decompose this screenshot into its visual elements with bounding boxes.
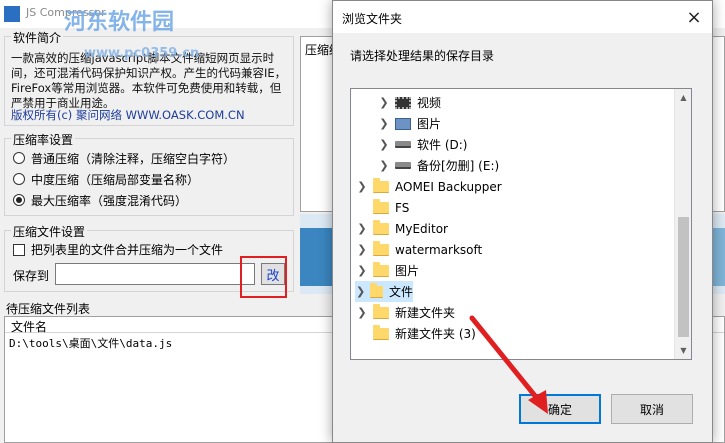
ok-button[interactable]: 确定 xyxy=(519,394,601,424)
dialog-titlebar: 浏览文件夹 × xyxy=(333,1,712,33)
file-list-title: 待压缩文件列表 xyxy=(6,302,91,316)
scroll-down-icon[interactable]: ▼ xyxy=(675,342,691,359)
tree-item-fs[interactable]: FS xyxy=(355,197,409,218)
file-name-column: 文件名 xyxy=(11,320,48,334)
merge-label: 把列表里的文件合并压缩为一个文件 xyxy=(31,243,224,257)
watermark-brand: 河东软件园 xyxy=(64,10,175,35)
dialog-title: 浏览文件夹 xyxy=(342,12,403,26)
folder-tree[interactable]: ❯ 视频 ❯ 图片 ❯ 软件 (D:) ❯ 备份[勿删] (E:) ❯ AOME… xyxy=(350,88,692,360)
browse-folder-dialog: 浏览文件夹 × 请选择处理结果的保存目录 ❯ 视频 ❯ 图片 ❯ 软件 (D:)… xyxy=(332,0,713,443)
rate-legend: 压缩率设置 xyxy=(11,131,76,148)
merge-checkbox[interactable] xyxy=(13,243,25,256)
tree-item-label: 新建文件夹 (3) xyxy=(395,327,476,341)
tree-item-pictures[interactable]: ❯ 图片 xyxy=(355,260,419,281)
copyright-link[interactable]: 版权所有(c) 聚问网络 WWW.OASK.COM.CN xyxy=(11,107,245,123)
chevron-right-icon[interactable]: ❯ xyxy=(355,264,369,277)
radio-normal-label: 普通压缩（清除注释，压缩空白字符） xyxy=(31,151,236,166)
folder-icon xyxy=(373,198,389,214)
scroll-up-icon[interactable]: ▲ xyxy=(675,89,691,106)
folder-icon xyxy=(373,261,389,277)
tree-item-drive-d[interactable]: ❯ 软件 (D:) xyxy=(377,134,467,155)
chevron-right-icon[interactable]: ❯ xyxy=(377,138,391,151)
folder-icon xyxy=(373,177,389,193)
tree-item-drive-e[interactable]: ❯ 备份[勿删] (E:) xyxy=(377,155,499,176)
watermark-url: www.pc0359.cn xyxy=(84,46,200,61)
picture-icon xyxy=(395,117,411,130)
chevron-right-icon[interactable]: ❯ xyxy=(355,285,366,298)
tree-item-label: 备份[勿删] (E:) xyxy=(417,159,500,173)
radio-max-button[interactable] xyxy=(13,194,25,206)
radio-max-label: 最大压缩率（强度混淆代码） xyxy=(31,193,188,208)
chevron-right-icon[interactable]: ❯ xyxy=(377,96,391,109)
tree-item-label: 软件 (D:) xyxy=(417,138,468,152)
tree-item-new-folder[interactable]: ❯ 新建文件夹 xyxy=(355,302,455,323)
tree-item-myeditor[interactable]: ❯ MyEditor xyxy=(355,218,448,239)
tree-item-aomei[interactable]: ❯ AOMEI Backupper xyxy=(355,176,502,197)
folder-icon xyxy=(370,282,383,298)
chevron-right-icon[interactable]: ❯ xyxy=(355,306,369,319)
rate-group: 压缩率设置 普通压缩（清除注释，压缩空白字符） 中度压缩（压缩局部变量名称） 最… xyxy=(4,131,294,216)
tree-item-videos[interactable]: ❯ 视频 xyxy=(377,92,441,113)
video-icon xyxy=(395,96,411,109)
app-icon xyxy=(4,6,20,22)
radio-normal[interactable]: 普通压缩（清除注释，压缩空白字符） xyxy=(13,149,235,167)
drive-icon xyxy=(395,141,411,148)
tree-item-label: watermarksoft xyxy=(395,242,483,257)
tree-item-label: FS xyxy=(395,200,410,215)
files-legend: 压缩文件设置 xyxy=(11,223,88,240)
chevron-right-icon[interactable]: ❯ xyxy=(377,117,391,130)
radio-max[interactable]: 最大压缩率（强度混淆代码） xyxy=(13,191,187,209)
dialog-instruction: 请选择处理结果的保存目录 xyxy=(350,49,495,63)
merge-checkbox-row[interactable]: 把列表里的文件合并压缩为一个文件 xyxy=(13,241,223,258)
chevron-right-icon[interactable]: ❯ xyxy=(355,180,369,193)
highlight-box xyxy=(240,256,287,298)
chevron-down-icon[interactable]: ❯ xyxy=(377,159,391,172)
folder-icon xyxy=(373,240,389,256)
tree-item-watermarksoft[interactable]: ❯ watermarksoft xyxy=(355,239,482,260)
drive-icon xyxy=(395,162,411,169)
folder-icon xyxy=(373,303,389,319)
tree-scrollbar[interactable]: ▲ ▼ xyxy=(674,89,691,359)
scroll-thumb[interactable] xyxy=(678,217,689,337)
tree-item-label: 图片 xyxy=(417,117,442,131)
file-row[interactable]: D:\tools\桌面\文件\data.js xyxy=(9,335,172,351)
radio-normal-button[interactable] xyxy=(13,152,25,164)
radio-medium-label: 中度压缩（压缩局部变量名称） xyxy=(31,172,200,187)
folder-icon xyxy=(373,324,389,340)
tree-item-label: MyEditor xyxy=(395,221,448,236)
cancel-button[interactable]: 取消 xyxy=(611,394,693,424)
tree-item-label: 图片 xyxy=(395,264,420,278)
folder-icon xyxy=(373,219,389,235)
radio-medium-button[interactable] xyxy=(13,173,25,185)
intro-legend: 软件简介 xyxy=(11,29,64,46)
tree-item-label: 新建文件夹 xyxy=(395,306,456,320)
close-icon[interactable]: × xyxy=(680,3,708,31)
tree-item-files[interactable]: ❯ 文件 xyxy=(355,281,413,302)
tree-item-pictures-lib[interactable]: ❯ 图片 xyxy=(377,113,441,134)
chevron-right-icon[interactable]: ❯ xyxy=(355,243,369,256)
tree-item-label: 文件 xyxy=(388,285,413,299)
radio-medium[interactable]: 中度压缩（压缩局部变量名称） xyxy=(13,170,199,188)
tree-item-new-folder-3[interactable]: 新建文件夹 (3) xyxy=(355,323,476,344)
save-path-input[interactable] xyxy=(55,263,255,285)
chevron-right-icon[interactable]: ❯ xyxy=(355,222,369,235)
tree-item-label: 视频 xyxy=(417,96,442,110)
tree-item-label: AOMEI Backupper xyxy=(395,179,502,194)
save-to-label: 保存到 xyxy=(13,269,50,283)
